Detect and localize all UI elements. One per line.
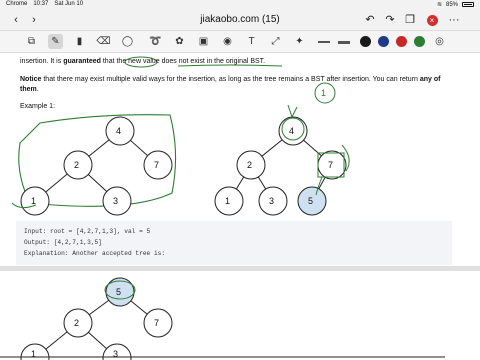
tree3-node-root: 5 — [116, 287, 122, 297]
tree3-node-right: 7 — [154, 318, 160, 328]
handwritten-annotation: 1 — [321, 88, 327, 98]
status-time: 10:37 — [33, 1, 49, 7]
tree3-node-leftleft: 1 — [31, 349, 37, 359]
status-bar: Chrome 10:37 Sat Jun 10 ≋ 85% — [0, 0, 480, 9]
highlighter-icon[interactable]: ▮ — [72, 34, 87, 49]
color-swatch-black[interactable] — [360, 36, 371, 47]
guarantee-sentence: insertion. It is guaranteed that the new… — [20, 58, 265, 65]
example-title: Example 1: — [20, 103, 56, 110]
camera-icon[interactable]: ◉ — [220, 34, 235, 49]
ink-and-tree-layer — [0, 56, 445, 360]
tree1-node-right: 7 — [154, 160, 160, 170]
tree2-node-left: 2 — [247, 160, 253, 170]
notice-sentence: Notice that there may exist multiple val… — [20, 76, 440, 83]
zoom-icon[interactable]: ⤢ — [268, 34, 283, 49]
tree1-node-leftleft: 1 — [31, 196, 37, 206]
example-code-block: Input: root = [4,2,7,1,3], val = 5 Outpu… — [16, 221, 452, 265]
line1-prefix: insertion. It is — [20, 58, 64, 65]
tree-example-alternative — [0, 277, 445, 360]
tree2-node-leftleft: 1 — [225, 196, 231, 206]
redo-icon[interactable]: ↷ — [382, 12, 398, 28]
image-icon[interactable]: ▣ — [196, 34, 211, 49]
tree3-node-leftright: 3 — [113, 349, 119, 359]
color-swatch-green[interactable] — [414, 36, 425, 47]
line1-bold: guaranteed — [63, 58, 101, 65]
tree1-node-left: 2 — [74, 160, 80, 170]
color-swatch-red[interactable] — [396, 36, 407, 47]
notice-end: . — [36, 86, 39, 93]
example-input: Input: root = [4,2,7,1,3], val = 5 — [24, 228, 151, 235]
color-swatch-blue[interactable] — [378, 36, 389, 47]
tree1-node-root: 4 — [116, 126, 122, 136]
laser-icon[interactable]: ✦ — [292, 34, 307, 49]
app-header: ‹ › jiakaobo.com (15) ↶ ↷ ❐ × ··· — [0, 9, 480, 31]
tree2-node-root: 4 — [289, 126, 295, 136]
tree-example-original — [11, 114, 177, 216]
lasso-select-icon[interactable]: ➰ — [148, 34, 163, 49]
pen-icon[interactable]: ✎ — [48, 34, 63, 49]
notice-them: them — [20, 86, 37, 93]
page-divider — [0, 266, 480, 271]
tree2-node-right: 7 — [328, 160, 334, 170]
tree2-node-inserted: 5 — [308, 196, 314, 206]
tree2-node-leftright: 3 — [269, 196, 275, 206]
status-app: Chrome — [6, 1, 28, 7]
text-icon[interactable]: T — [244, 34, 259, 49]
status-date: Sat Jun 10 — [54, 1, 84, 7]
tree3-node-left: 2 — [74, 318, 80, 328]
example-explanation: Explanation: Another accepted tree is: — [24, 250, 166, 257]
battery-icon — [462, 2, 474, 7]
ipad-screen: Chrome 10:37 Sat Jun 10 ≋ 85% ‹ › jiakao… — [0, 0, 480, 360]
notice-any: any of — [419, 76, 441, 83]
sticker-icon[interactable]: ✿ — [172, 34, 187, 49]
tree1-node-leftright: 3 — [113, 196, 119, 206]
undo-icon[interactable]: ↶ — [362, 12, 378, 28]
notice-text: that there may exist multiple valid ways… — [41, 76, 420, 83]
wifi-icon: ≋ — [436, 2, 442, 8]
shapes-icon[interactable]: ◯ — [120, 34, 135, 49]
tree-example-inserted — [214, 82, 350, 216]
close-icon[interactable]: × — [424, 12, 440, 28]
stroke-medium-icon[interactable] — [338, 41, 350, 44]
stroke-thin-icon[interactable] — [318, 41, 330, 43]
notice-bold: Notice — [20, 76, 42, 83]
document-page[interactable]: insertion. It is guaranteed that the new… — [0, 53, 480, 360]
line1-suffix: that the new value does not exist in the… — [100, 58, 266, 65]
notice-sentence-end: them. — [20, 86, 39, 93]
annotation-toolbar: ⧉ ✎ ▮ ⌫ ◯ ➰ ✿ ▣ ◉ T ⤢ ✦ ◎ — [0, 31, 480, 53]
color-picker-icon[interactable]: ◎ — [432, 34, 447, 49]
eraser-icon[interactable]: ⌫ — [96, 34, 111, 49]
battery-percent: 85% — [445, 1, 458, 8]
copy-icon[interactable]: ❐ — [402, 12, 418, 28]
example-output: Output: [4,2,7,1,3,5] — [24, 239, 102, 246]
lasso-icon[interactable]: ⧉ — [24, 34, 39, 49]
more-icon[interactable]: ··· — [446, 12, 462, 28]
